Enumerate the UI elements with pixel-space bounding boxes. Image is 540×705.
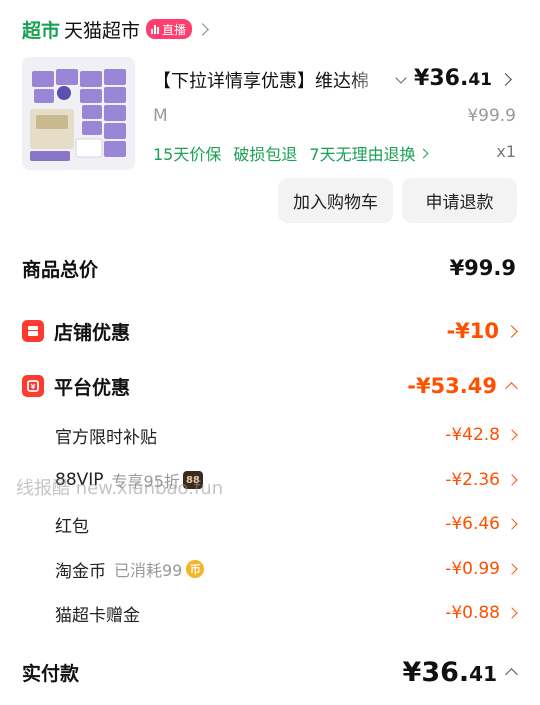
discount-item[interactable]: 官方限时补贴 -¥42.8 [55,421,518,449]
paid-amount-row[interactable]: 实付款 ¥36.41 [22,654,518,690]
paid-amount-value: ¥36.41 [403,657,497,688]
item-price-main: ¥36. [414,66,469,91]
quantity: x1 [496,142,516,161]
store-tag: 超市 [22,19,61,42]
total-price-row: 商品总价 ¥99.9 [22,252,516,284]
live-bars-icon [151,24,160,34]
item-price-cents: 41 [468,70,492,90]
paid-amount-cents: 41 [469,661,497,686]
discount-item-value: -¥2.36 [445,470,500,490]
platform-discount-label: 平台优惠 [54,376,131,399]
live-badge[interactable]: 直播 [146,19,193,39]
shop-discount-label: 店铺优惠 [54,321,131,344]
discount-item-label: 官方限时补贴 [55,427,157,448]
total-price-label: 商品总价 [22,258,99,281]
store-header[interactable]: 超市 天猫超市 直播 [22,14,209,44]
paid-amount-main: ¥36. [402,656,470,688]
product-sku: M [153,106,168,126]
chevron-right-icon [418,148,429,158]
refund-button[interactable]: 申请退款 [402,178,517,223]
platform-icon [22,375,44,397]
chevron-up-icon [505,668,518,681]
store-name: 天猫超市 [64,19,141,42]
item-price: ¥36.41 [414,66,492,91]
chevron-right-icon [506,563,518,575]
service-7day-return: 7天无理由退换 [309,145,416,164]
shop-icon [22,320,44,342]
chevron-right-icon [196,22,209,36]
chevron-right-icon [506,474,518,486]
shop-discount-row[interactable]: 店铺优惠 -¥10 [22,315,518,347]
discount-item-label: 猫超卡赠金 [55,605,140,626]
chevron-right-icon [505,324,518,338]
discount-item-value: -¥0.99 [445,559,500,579]
shop-discount-value: -¥10 [446,319,499,343]
service-tags[interactable]: 15天价保 破损包退 7天无理由退换 [153,141,429,165]
chevron-right-icon [506,429,518,441]
discount-item-value: -¥6.46 [445,514,500,534]
discount-item-label: 红包 [55,516,89,537]
chevron-right-icon [506,518,518,530]
platform-discount-row[interactable]: 平台优惠 -¥53.49 [22,370,518,402]
total-price-value: ¥99.9 [449,256,516,280]
chevron-up-icon [505,382,518,395]
tissue-pack-image [22,57,135,170]
discount-item[interactable]: 猫超卡赠金 -¥0.88 [55,599,518,627]
product-image[interactable] [22,57,135,170]
discount-item-note: 专享95折 [111,472,180,491]
discount-item-value: -¥42.8 [445,425,500,445]
chevron-right-icon [506,607,518,619]
paid-amount-label: 实付款 [22,662,80,685]
discount-item[interactable]: 红包 -¥6.46 [55,510,518,538]
chevron-down-icon[interactable] [395,71,407,84]
discount-item-label: 88VIP [55,470,104,490]
vip-88-icon: 88 [182,471,203,489]
discount-item-note: 已消耗99 [114,561,183,580]
live-badge-label: 直播 [162,22,187,37]
service-price-protection: 15天价保 [153,145,222,164]
platform-discount-value: -¥53.49 [407,374,497,398]
discount-item[interactable]: 淘金币 已消耗99 币 -¥0.99 [55,555,518,583]
add-to-cart-button[interactable]: 加入购物车 [278,178,393,223]
chevron-right-icon[interactable] [499,73,512,86]
coin-icon: 币 [186,560,205,578]
original-price: ¥99.9 [467,106,516,126]
discount-item[interactable]: 88VIP 专享95折 88 -¥2.36 [55,466,518,494]
discount-item-value: -¥0.88 [445,603,500,623]
discount-item-label: 淘金币 [55,561,106,582]
product-title: 【下拉详情享优惠】维达棉 [153,71,369,92]
service-damage-refund: 破损包退 [233,145,298,164]
